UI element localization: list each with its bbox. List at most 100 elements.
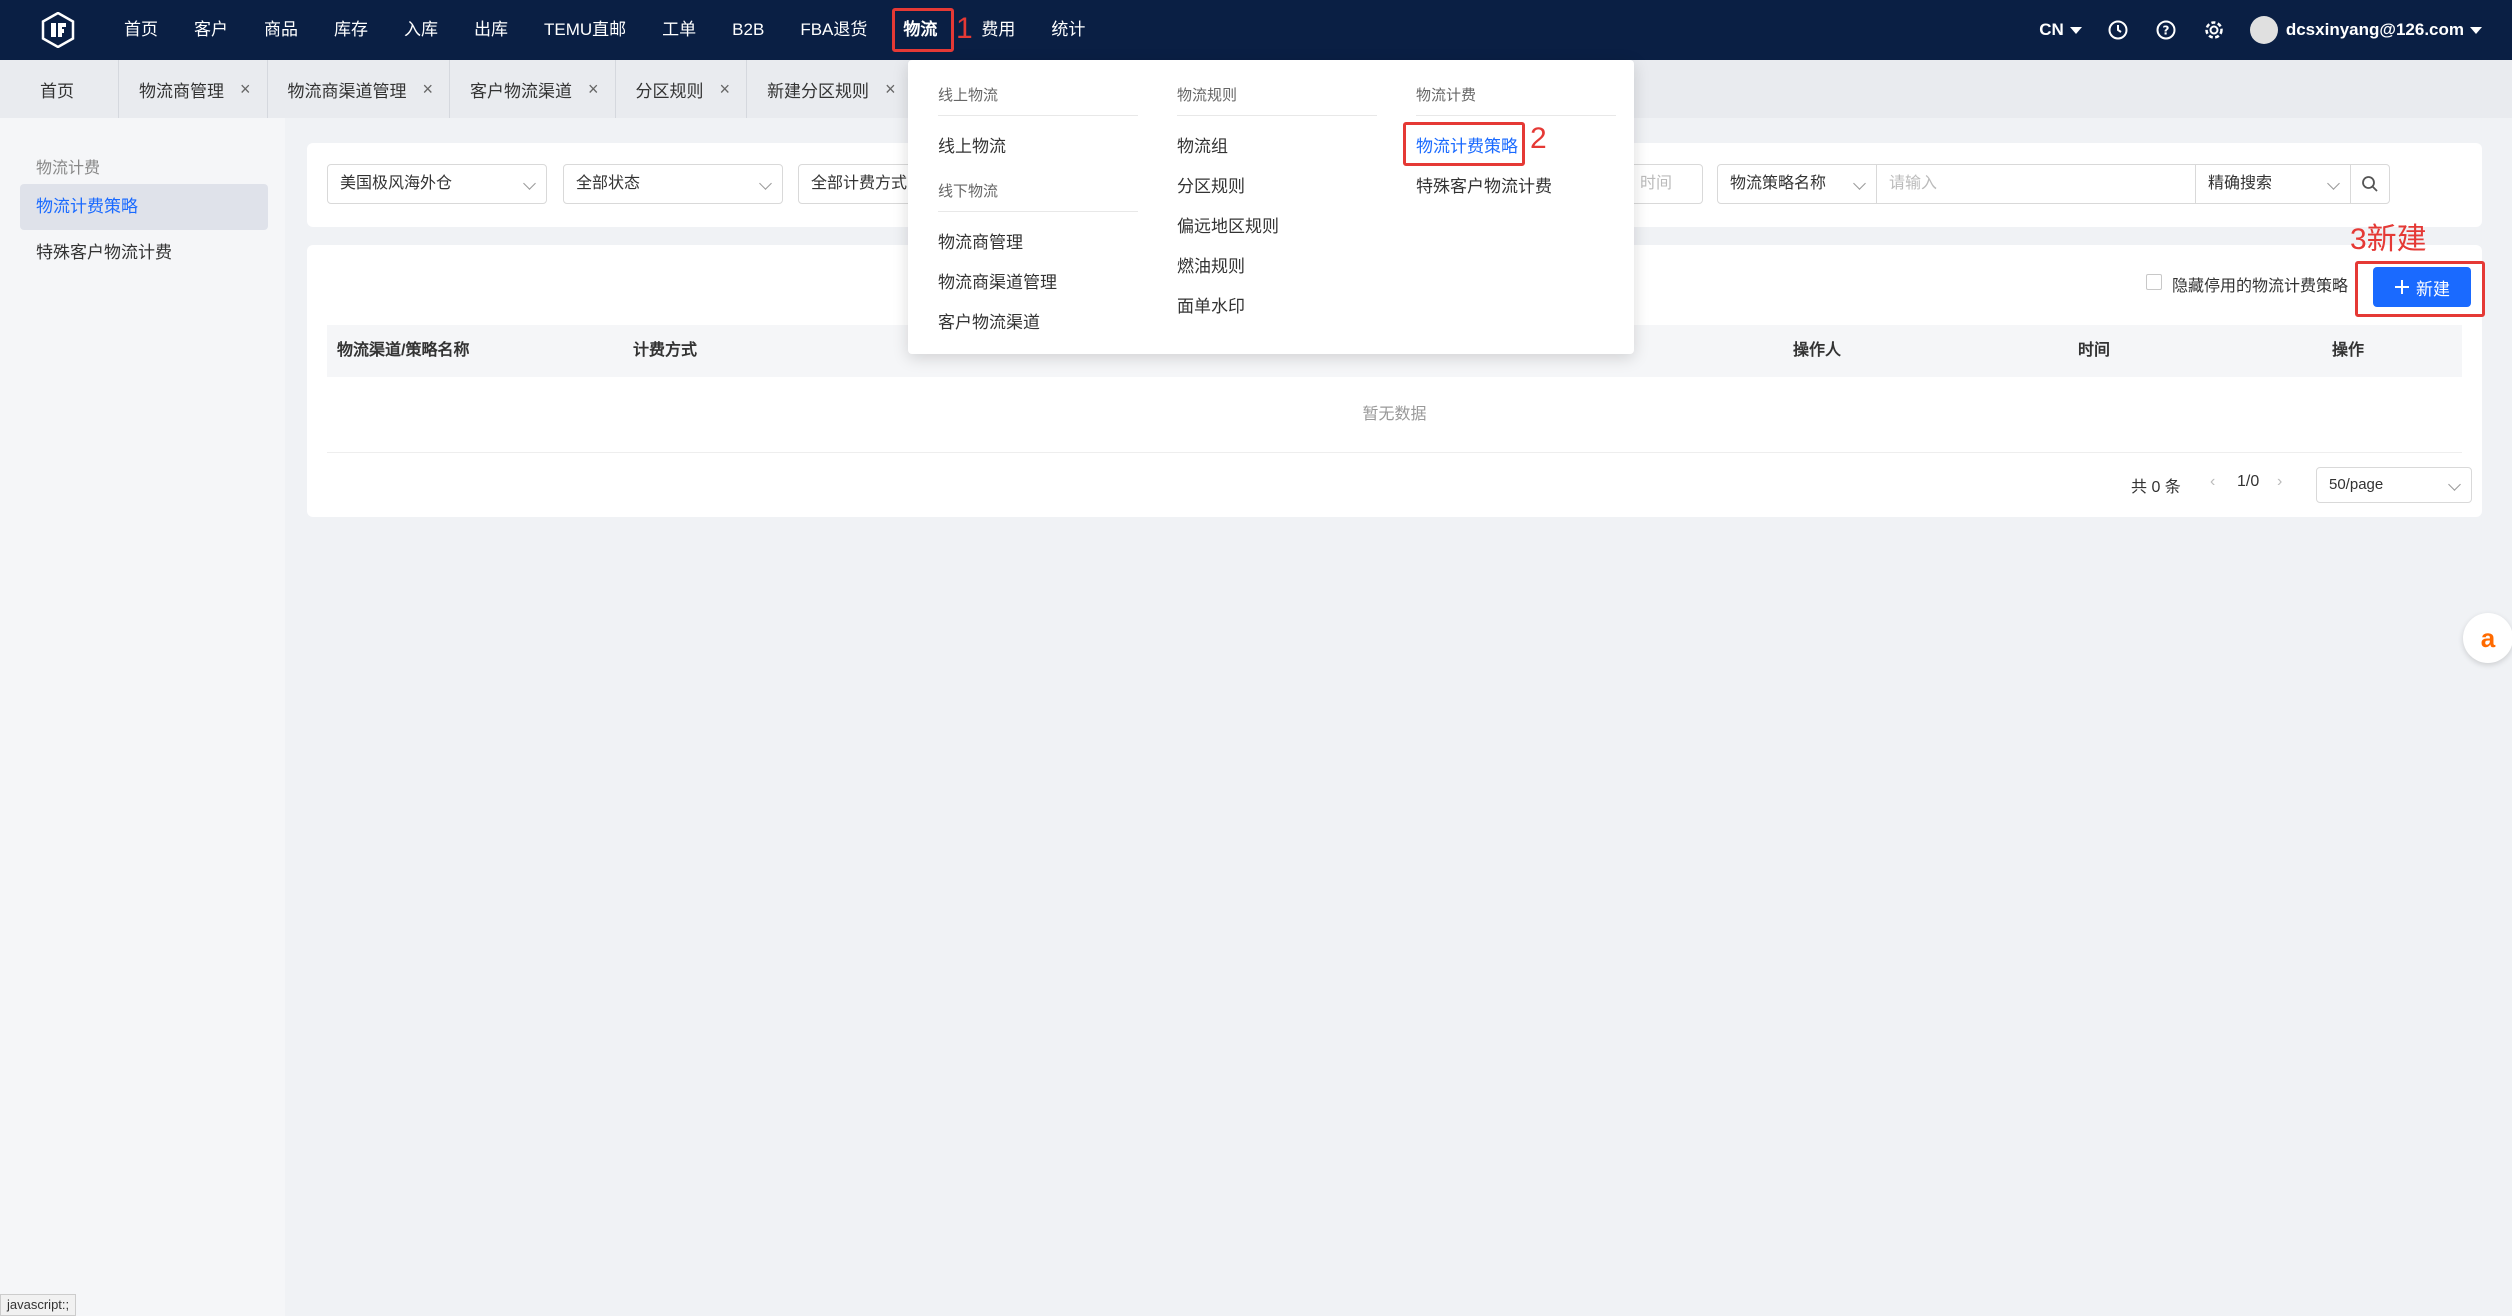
menu-item-fuel-rules[interactable]: 燃油规则 <box>1177 252 1245 277</box>
close-icon[interactable]: × <box>240 79 251 100</box>
chevron-down-icon <box>2448 478 2461 491</box>
select-value: 美国极风海外仓 <box>340 175 453 192</box>
tab-home[interactable]: 首页 <box>20 60 119 118</box>
user-email: dcsxinyang@126.com <box>2285 20 2464 39</box>
search-mode-select[interactable]: 精确搜索 <box>2195 164 2351 204</box>
annotation-box-new-button <box>2355 261 2485 317</box>
nav-inventory[interactable]: 库存 <box>316 0 386 60</box>
tab-label: 新建分区规则 <box>767 81 870 101</box>
page-indicator: 1/0 <box>2237 473 2260 490</box>
select-value: 全部状态 <box>576 175 641 192</box>
chevron-down-icon <box>1853 177 1866 190</box>
menu-item-customer-channel[interactable]: 客户物流渠道 <box>938 308 1040 333</box>
search-icon <box>2362 176 2378 192</box>
time-placeholder: 时间 <box>1640 175 1673 192</box>
language-label: CN <box>2039 20 2064 39</box>
empty-state: 暂无数据 <box>327 377 2462 453</box>
status-select[interactable]: 全部状态 <box>563 164 783 204</box>
menu-item-online-logistics[interactable]: 线上物流 <box>938 132 1006 157</box>
prev-page-icon[interactable]: ‹ <box>2210 473 2215 491</box>
tab-new-zone-rule[interactable]: 新建分区规则 × <box>747 60 913 118</box>
sidebar-item-billing-strategy[interactable]: 物流计费策略 <box>20 184 268 230</box>
col-channel-name: 物流渠道/策略名称 <box>337 342 470 359</box>
annotation-step-3: 3新建 <box>2350 223 2427 256</box>
close-icon[interactable]: × <box>423 79 434 100</box>
nav-workorder[interactable]: 工单 <box>644 0 714 60</box>
select-value: 全部计费方式 <box>811 175 908 192</box>
nav-fees[interactable]: 费用 <box>963 0 1033 60</box>
nav-products[interactable]: 商品 <box>246 0 316 60</box>
nav-b2b[interactable]: B2B <box>714 0 782 60</box>
svg-text:?: ? <box>2162 24 2169 38</box>
menu-item-special-customer-billing[interactable]: 特殊客户物流计费 <box>1416 172 1552 197</box>
tab-label: 物流商渠道管理 <box>287 81 407 101</box>
select-value: 精确搜索 <box>2208 175 2273 192</box>
col-billing-method: 计费方式 <box>633 342 698 359</box>
tab-zone-rules[interactable]: 分区规则 × <box>616 60 748 118</box>
chevron-down-icon <box>523 177 536 190</box>
annotation-step-2: 2 <box>1530 122 1547 155</box>
chevron-down-icon <box>2327 177 2340 190</box>
annotation-box-logistics <box>892 8 954 52</box>
chevron-down-icon <box>2470 26 2482 34</box>
top-navbar: 首页 客户 商品 库存 入库 出库 TEMU直邮 工单 B2B FBA退货 物流… <box>0 0 2512 60</box>
tab-provider-channel[interactable]: 物流商渠道管理 × <box>268 60 451 118</box>
nav-customer[interactable]: 客户 <box>176 0 246 60</box>
menu-group-rules: 物流规则 <box>1177 84 1377 116</box>
menu-item-zone-rules[interactable]: 分区规则 <box>1177 172 1245 197</box>
gear-icon[interactable] <box>2202 18 2226 42</box>
logistics-dropdown-menu: 线上物流 线上物流 线下物流 物流商管理 物流商渠道管理 客户物流渠道 物流规则… <box>908 60 1634 354</box>
page-size-select[interactable]: 50/page <box>2316 467 2472 503</box>
total-count: 共 0 条 <box>2131 479 2181 496</box>
search-field-select[interactable]: 物流策略名称 <box>1717 164 1877 204</box>
tab-logistics-provider[interactable]: 物流商管理 × <box>119 60 268 118</box>
tab-label: 分区规则 <box>635 81 704 101</box>
chevron-down-icon <box>759 177 772 190</box>
nav-inbound[interactable]: 入库 <box>386 0 456 60</box>
close-icon[interactable]: × <box>720 79 731 100</box>
sidebar-item-special-customer-billing[interactable]: 特殊客户物流计费 <box>20 230 268 276</box>
menu-item-provider-management[interactable]: 物流商管理 <box>938 228 1023 253</box>
tab-label: 物流商管理 <box>139 81 224 101</box>
warehouse-select[interactable]: 美国极风海外仓 <box>327 164 547 204</box>
language-switch[interactable]: CN <box>2039 20 2082 40</box>
nav-outbound[interactable]: 出库 <box>456 0 526 60</box>
col-time: 时间 <box>2078 342 2111 359</box>
search-button[interactable] <box>2350 164 2390 204</box>
annotation-step-1: 1 <box>956 12 973 45</box>
search-input[interactable]: 请输入 <box>1876 164 2196 204</box>
nav-home[interactable]: 首页 <box>106 0 176 60</box>
tab-customer-channel[interactable]: 客户物流渠道 × <box>450 60 616 118</box>
menu-item-label-watermark[interactable]: 面单水印 <box>1177 292 1245 317</box>
chevron-down-icon <box>2069 27 2082 35</box>
menu-item-logistics-group[interactable]: 物流组 <box>1177 132 1228 157</box>
browser-status-bar: javascript:; <box>0 1294 77 1316</box>
col-operator: 操作人 <box>1793 342 1842 359</box>
close-icon[interactable]: × <box>885 79 896 100</box>
menu-group-online: 线上物流 <box>938 84 1138 116</box>
menu-item-provider-channel[interactable]: 物流商渠道管理 <box>938 268 1057 293</box>
clock-icon[interactable] <box>2106 18 2130 42</box>
col-actions: 操作 <box>2332 342 2365 359</box>
sidebar-group-title: 物流计费 <box>36 160 101 177</box>
hide-disabled-label: 隐藏停用的物流计费策略 <box>2172 278 2349 295</box>
float-badge-icon[interactable]: a <box>2463 613 2512 663</box>
nav-temu[interactable]: TEMU直邮 <box>526 0 644 60</box>
tab-label: 客户物流渠道 <box>470 81 573 101</box>
close-icon[interactable]: × <box>588 79 599 100</box>
menu-item-remote-area-rules[interactable]: 偏远地区规则 <box>1177 212 1279 237</box>
nav-fba-returns[interactable]: FBA退货 <box>782 0 885 60</box>
hide-disabled-checkbox[interactable] <box>2146 274 2162 290</box>
help-icon[interactable]: ? <box>2154 18 2178 42</box>
menu-group-offline: 线下物流 <box>938 180 1138 212</box>
next-page-icon[interactable]: › <box>2277 473 2282 491</box>
avatar <box>2249 16 2278 44</box>
menu-group-billing: 物流计费 <box>1416 84 1616 116</box>
select-value: 物流策略名称 <box>1730 175 1827 192</box>
tab-label: 首页 <box>40 81 74 101</box>
select-value: 50/page <box>2329 476 2384 493</box>
user-menu[interactable]: dcsxinyang@126.com <box>2249 16 2482 44</box>
app-logo[interactable] <box>40 11 76 49</box>
nav-statistics[interactable]: 统计 <box>1033 0 1103 60</box>
annotation-box-billing-strategy <box>1403 122 1525 166</box>
